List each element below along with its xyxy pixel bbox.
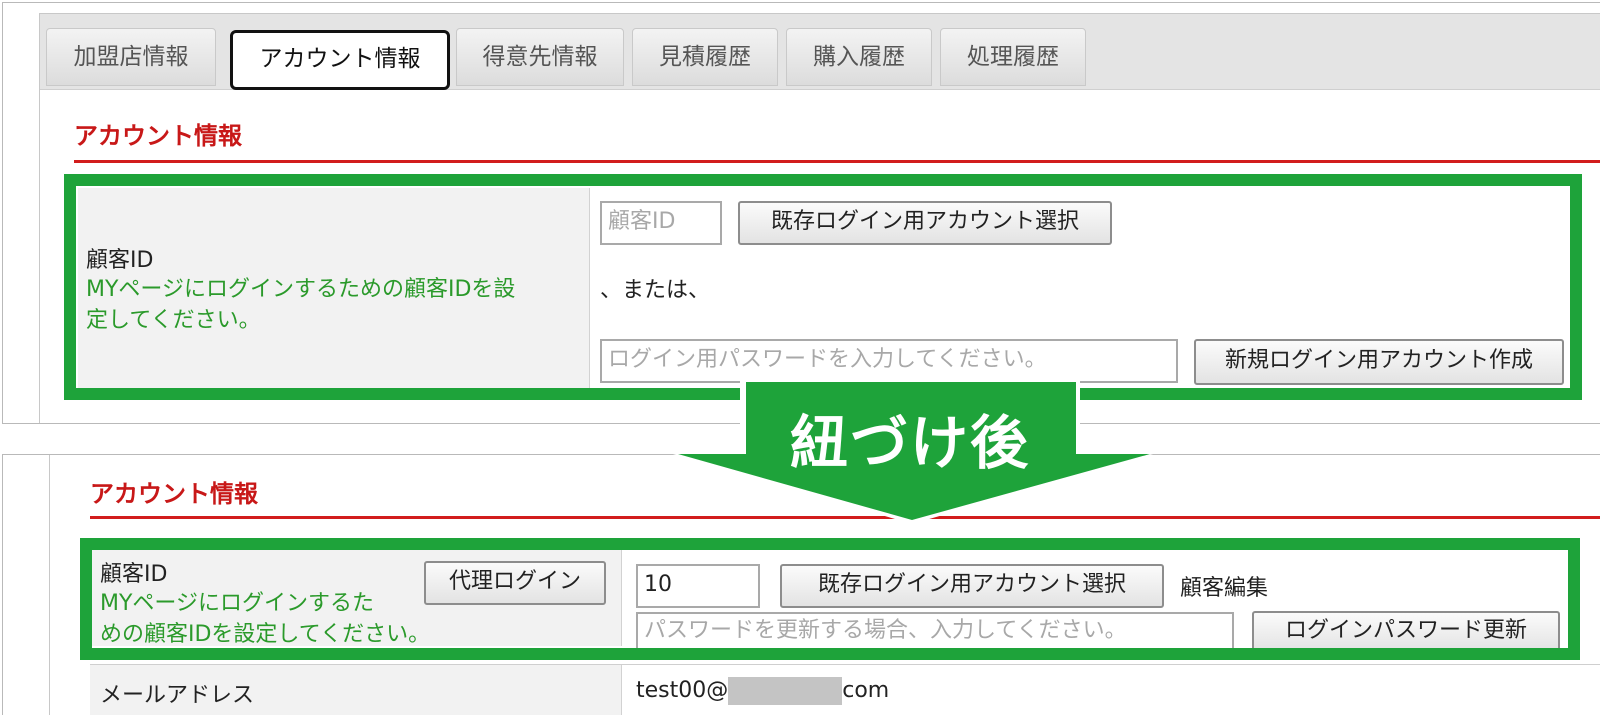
arrow-label: 紐づけ後 xyxy=(789,409,1030,477)
section-divider-after xyxy=(90,516,1600,519)
email-row: メールアドレス test00@ com xyxy=(90,664,1600,715)
tab-process-history[interactable]: 処理履歴 xyxy=(940,28,1086,86)
email-prefix: test00@ xyxy=(636,678,729,703)
after-highlight-frame xyxy=(80,538,1580,660)
tab-merchant-info[interactable]: 加盟店情報 xyxy=(46,28,216,86)
section-divider xyxy=(74,160,1600,163)
tab-purchase-history[interactable]: 購入履歴 xyxy=(786,28,932,86)
email-label-cell: メールアドレス xyxy=(90,665,622,715)
email-suffix: com xyxy=(842,678,890,703)
tab-quote-history[interactable]: 見積履歴 xyxy=(632,28,778,86)
email-masked-domain xyxy=(728,677,843,705)
email-value: test00@ com xyxy=(636,677,889,705)
tab-customer-info[interactable]: 得意先情報 xyxy=(456,28,624,86)
email-label: メールアドレス xyxy=(100,683,255,708)
section-title-account-info-after: アカウント情報 xyxy=(90,480,258,508)
tab-bar: 加盟店情報 アカウント情報 得意先情報 見積履歴 購入履歴 処理履歴 xyxy=(40,14,1600,90)
tab-account-info[interactable]: アカウント情報 xyxy=(230,30,450,90)
before-highlight-frame xyxy=(64,174,1582,400)
section-title-account-info: アカウント情報 xyxy=(74,122,242,150)
